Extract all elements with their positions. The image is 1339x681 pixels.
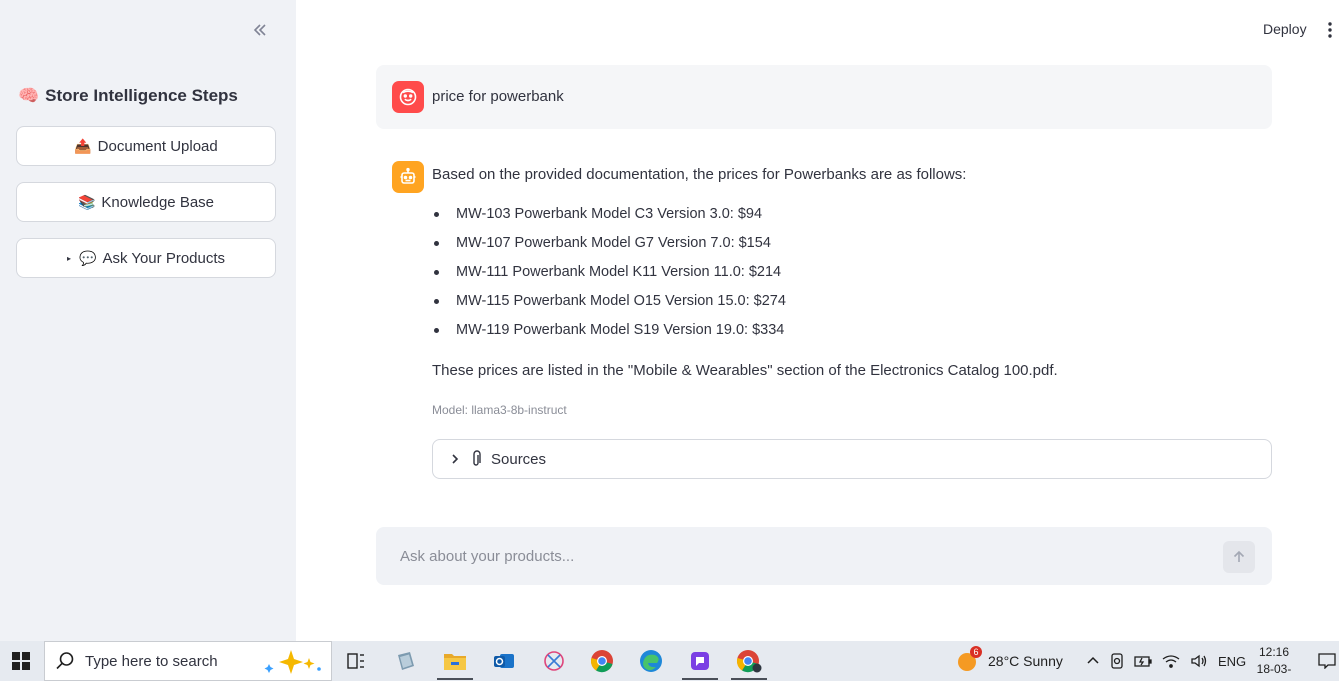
document-upload-label: Document Upload	[97, 137, 218, 155]
ask-your-products-label: Ask Your Products	[102, 249, 226, 267]
taskbar-app-edge[interactable]	[629, 641, 673, 681]
device-icon[interactable]	[1110, 653, 1124, 669]
sidebar: 🧠 Store Intelligence Steps 📤 Document Up…	[0, 0, 296, 641]
chat-app-icon	[691, 652, 709, 670]
chrome-profile-icon	[736, 650, 762, 673]
battery-icon[interactable]	[1134, 654, 1152, 668]
folder-icon	[444, 654, 466, 670]
task-view-button[interactable]	[334, 641, 378, 681]
scissors-icon	[544, 651, 564, 671]
price-list: MW-103 Powerbank Model C3 Version 3.0: $…	[432, 204, 786, 349]
system-tray: ENG	[1086, 641, 1246, 681]
taskbar-search-placeholder: Type here to search	[85, 652, 218, 670]
robot-icon	[400, 167, 416, 184]
model-label: Model: llama3-8b-instruct	[432, 403, 567, 417]
main-menu-button[interactable]	[1322, 18, 1338, 42]
weather-widget[interactable]: 6 28°C Sunny	[956, 641, 1063, 681]
chat-input[interactable]	[400, 541, 1220, 571]
taskbar: Type here to search 6 28°C Sunny ENG 12:…	[0, 641, 1339, 681]
brain-icon: 🧠	[18, 86, 40, 105]
weather-sun-icon: 6	[956, 646, 982, 673]
weather-text: 28°C Sunny	[988, 653, 1063, 669]
price-list-item: MW-111 Powerbank Model K11 Version 11.0:…	[432, 262, 786, 291]
user-message: price for powerbank	[376, 65, 1272, 129]
taskbar-app-outlook[interactable]	[482, 641, 526, 681]
task-view-icon	[347, 653, 364, 669]
send-button[interactable]	[1223, 541, 1255, 573]
chat-input-container	[376, 527, 1272, 585]
double-chevron-left-icon	[253, 24, 266, 36]
edge-icon	[640, 650, 662, 672]
sidebar-title-text: Store Intelligence Steps	[45, 86, 238, 105]
collapse-sidebar-button[interactable]	[248, 18, 272, 42]
windows-icon	[12, 652, 30, 670]
volume-icon[interactable]	[1190, 654, 1208, 668]
sources-label: Sources	[491, 450, 547, 468]
taskbar-app-file-explorer[interactable]	[433, 641, 477, 681]
notes-app-icon	[398, 652, 414, 670]
assistant-avatar	[392, 161, 424, 193]
knowledge-base-label: Knowledge Base	[101, 193, 215, 211]
language-indicator[interactable]: ENG	[1218, 654, 1246, 669]
taskbar-app-snipping-tool[interactable]	[532, 641, 576, 681]
taskbar-search[interactable]: Type here to search	[44, 641, 332, 681]
upload-icon: 📤	[74, 137, 92, 154]
price-list-item: MW-119 Powerbank Model S19 Version 19.0:…	[432, 320, 786, 349]
taskbar-app-chrome[interactable]	[580, 641, 624, 681]
books-icon: 📚	[77, 193, 96, 210]
user-face-icon	[399, 88, 417, 106]
start-button[interactable]	[0, 641, 42, 681]
clock-date: 18-03-2026	[1256, 662, 1292, 681]
sparkles-icon	[264, 650, 321, 674]
price-list-item: MW-115 Powerbank Model O15 Version 15.0:…	[432, 291, 786, 320]
clock-time: 12:16	[1258, 645, 1290, 659]
caret-right-icon: ▸	[66, 253, 71, 263]
outlook-icon	[494, 654, 514, 668]
document-upload-button[interactable]: 📤 Document Upload	[16, 126, 276, 166]
chrome-icon	[590, 650, 613, 673]
paperclip-icon	[473, 450, 481, 466]
sidebar-title: 🧠 Store Intelligence Steps	[18, 86, 238, 106]
chevron-right-icon	[452, 454, 459, 464]
price-list-item: MW-107 Powerbank Model G7 Version 7.0: $…	[432, 233, 786, 262]
vertical-dots-icon	[1328, 22, 1332, 38]
taskbar-app-notes[interactable]	[384, 641, 428, 681]
sources-expander[interactable]: Sources	[432, 439, 1272, 479]
user-message-text: price for powerbank	[432, 88, 564, 105]
search-icon	[56, 652, 74, 670]
chevron-up-icon[interactable]	[1086, 654, 1100, 668]
ask-your-products-button[interactable]: ▸ 💬 Ask Your Products	[16, 238, 276, 278]
wifi-icon[interactable]	[1162, 654, 1180, 668]
assistant-footer-text: These prices are listed in the "Mobile &…	[432, 362, 1058, 379]
deploy-button[interactable]: Deploy	[1263, 21, 1307, 37]
notifications-button[interactable]	[1314, 641, 1339, 681]
taskbar-app-purple[interactable]	[678, 641, 722, 681]
weather-badge: 6	[970, 646, 982, 658]
taskbar-app-chrome-profile[interactable]	[727, 641, 771, 681]
user-avatar	[392, 81, 424, 113]
arrow-up-icon	[1233, 550, 1245, 562]
speech-bubble-icon: 💬	[79, 249, 97, 266]
price-list-item: MW-103 Powerbank Model C3 Version 3.0: $…	[432, 204, 786, 233]
assistant-intro-text: Based on the provided documentation, the…	[432, 166, 967, 183]
notification-icon	[1317, 653, 1336, 669]
taskbar-clock[interactable]: 12:16 18-03-2026	[1244, 644, 1304, 681]
knowledge-base-button[interactable]: 📚 Knowledge Base	[16, 182, 276, 222]
